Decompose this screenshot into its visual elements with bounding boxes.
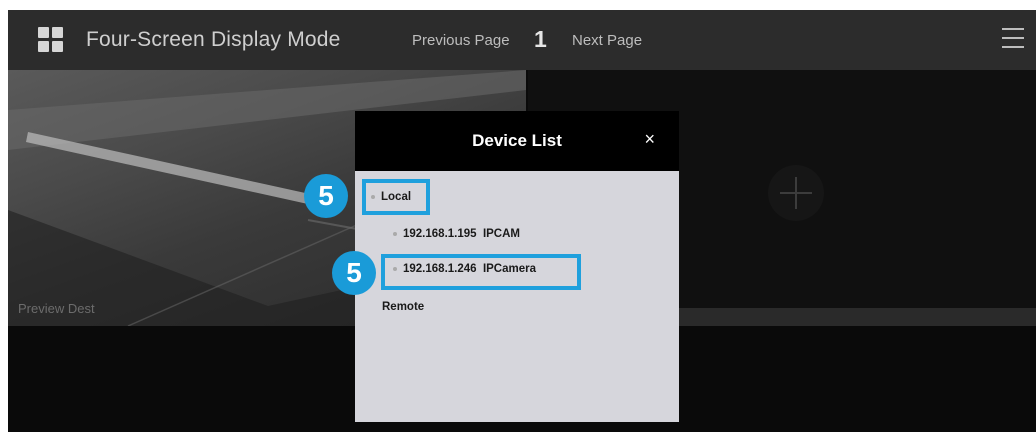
step-badge: 5 bbox=[304, 174, 348, 218]
step-badge: 5 bbox=[332, 251, 376, 295]
top-bar: Four-Screen Display Mode Previous Page 1… bbox=[8, 10, 1036, 70]
grid-layout-icon[interactable] bbox=[38, 27, 64, 53]
device-list-header: Device List × bbox=[355, 111, 679, 171]
plus-icon[interactable] bbox=[768, 165, 824, 221]
previous-page-button[interactable]: Previous Page bbox=[412, 32, 510, 49]
hamburger-menu-icon[interactable] bbox=[1002, 28, 1024, 48]
page-number: 1 bbox=[534, 26, 547, 52]
highlight-local bbox=[362, 179, 430, 215]
device-item[interactable]: 192.168.1.195 IPCAM bbox=[393, 228, 520, 240]
tree-bullet-icon bbox=[393, 231, 397, 236]
dialog-title: Device List bbox=[472, 131, 562, 150]
device-ip: 192.168.1.195 bbox=[403, 228, 477, 240]
highlight-device bbox=[381, 254, 581, 290]
next-page-button[interactable]: Next Page bbox=[572, 32, 642, 49]
tree-node-remote[interactable]: Remote bbox=[382, 301, 424, 313]
page-title: Four-Screen Display Mode bbox=[86, 28, 341, 51]
camera-label: Preview Dest bbox=[18, 301, 95, 316]
device-name: IPCAM bbox=[482, 228, 520, 240]
close-icon[interactable]: × bbox=[644, 129, 655, 150]
